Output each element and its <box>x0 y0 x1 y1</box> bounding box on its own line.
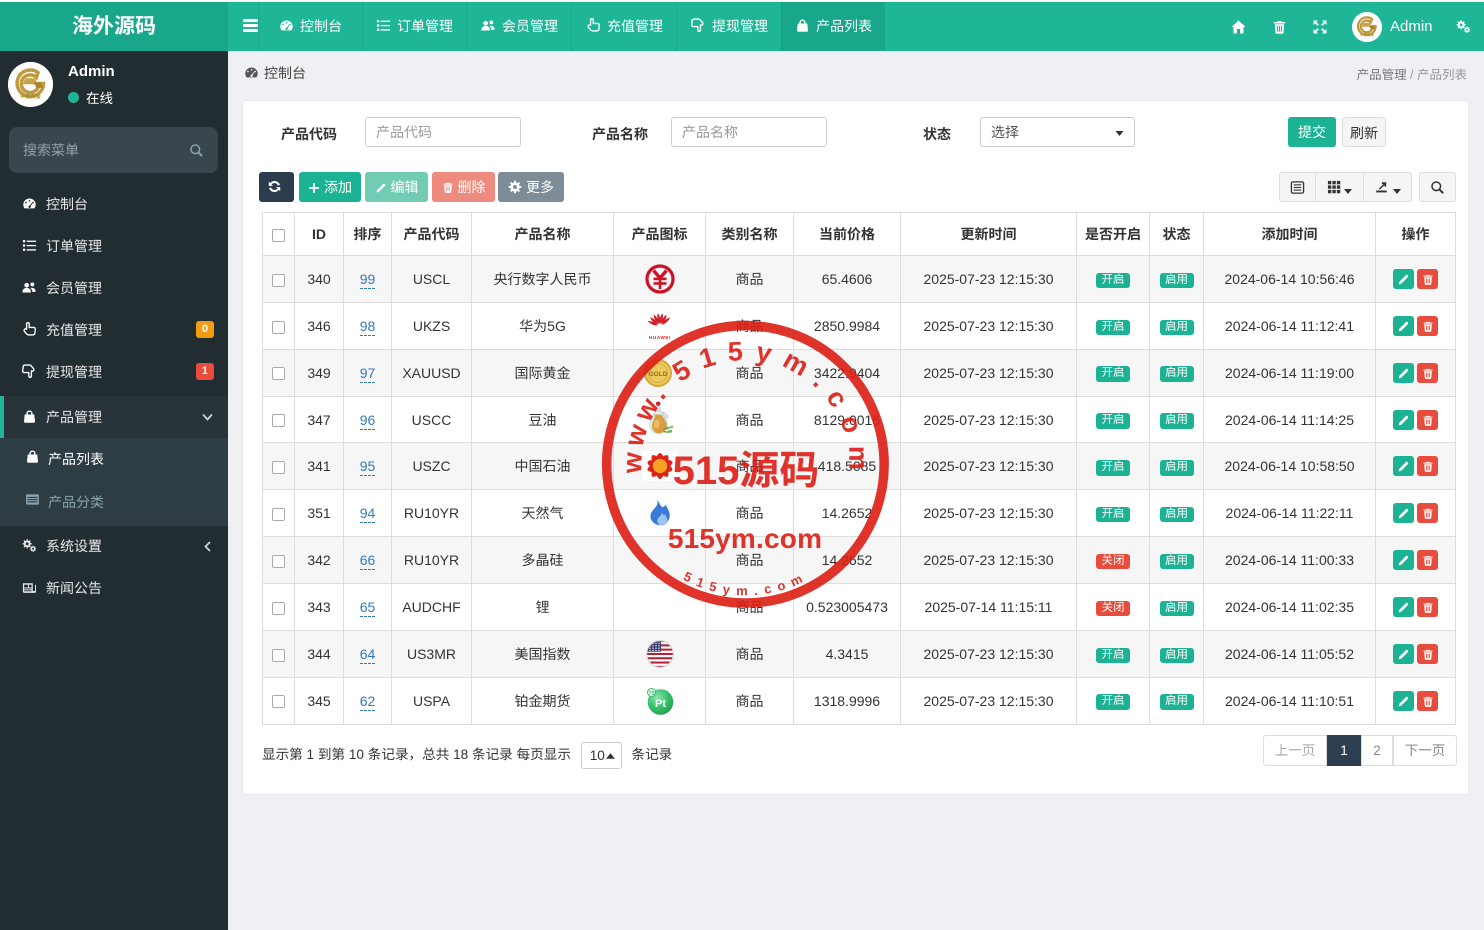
svg-text:Pt: Pt <box>655 698 666 710</box>
svg-text:中国黄金: 中国黄金 <box>20 93 42 100</box>
svg-text:515源码: 515源码 <box>673 449 820 493</box>
svg-text:515ym.com: 515ym.com <box>668 523 822 554</box>
svg-text:中国黄金: 中国黄金 <box>1360 32 1374 37</box>
svg-text:78: 78 <box>648 690 654 696</box>
